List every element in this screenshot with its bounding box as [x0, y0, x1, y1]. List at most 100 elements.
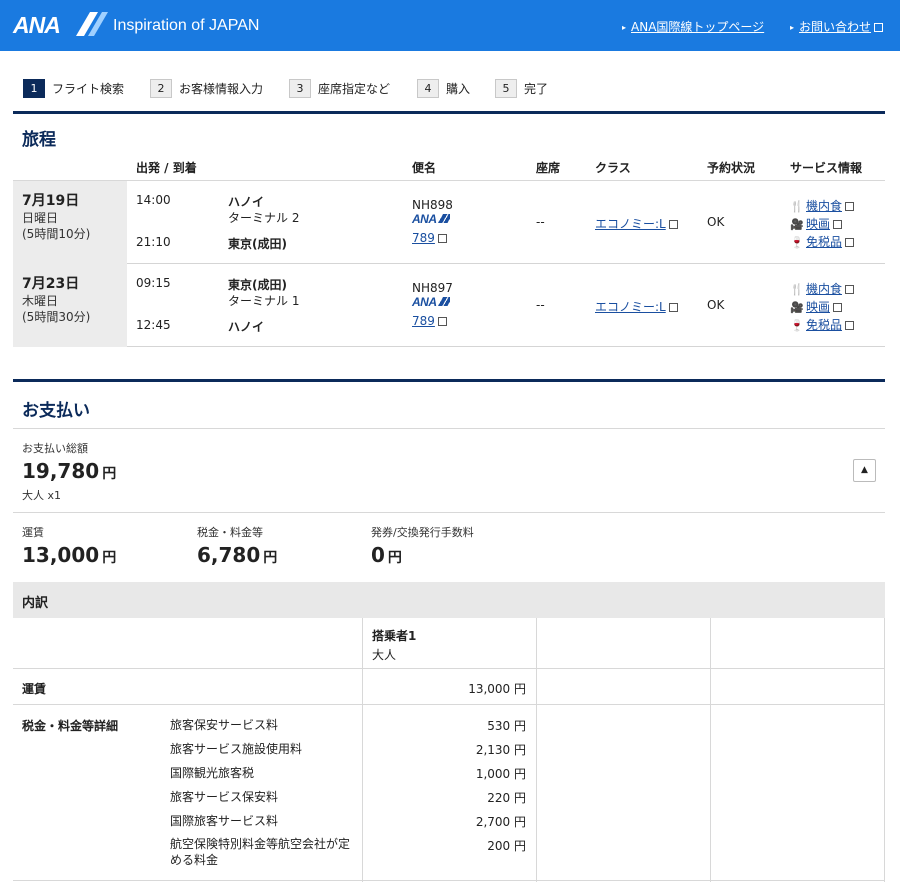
divider [13, 668, 885, 669]
service-duty-free[interactable]: 🍷 免税品 [790, 233, 855, 250]
passenger-type: 大人 [372, 648, 397, 662]
issue-fee-amount: 0円 [371, 543, 402, 567]
yen-unit: 円 [102, 550, 117, 566]
ana-logo[interactable]: ANA [13, 12, 61, 39]
dep-terminal: ターミナル 1 [228, 294, 300, 308]
pax-count: 大人 x1 [22, 489, 62, 502]
step-label: 完了 [524, 82, 549, 96]
aircraft-link[interactable]: 789 [412, 314, 447, 328]
tax-item-name: 旅客サービス保安料 [170, 790, 279, 804]
tax-item-amount: 200 円 [487, 839, 526, 853]
service-label: 機内食 [806, 199, 843, 213]
tax-item-name: 旅客サービス施設使用料 [170, 742, 303, 756]
dep-city: ハノイ [228, 195, 265, 209]
caret-up-icon: ▲ [861, 465, 868, 475]
service-meal[interactable]: 🍴 機内食 [790, 197, 855, 214]
step-complete: 5 完了 [495, 79, 548, 98]
col-divider [710, 618, 711, 882]
yen-unit: 円 [102, 466, 117, 482]
airline-logo: ANA [412, 295, 450, 309]
tax-label: 税金・料金等 [197, 526, 263, 539]
dep-time: 14:00 [136, 193, 171, 207]
step-number: 5 [495, 79, 517, 98]
step-label: 購入 [446, 82, 471, 96]
yen-unit: 円 [263, 550, 278, 566]
step-number: 1 [23, 79, 45, 98]
service-label: 映画 [806, 300, 831, 314]
tax-item-name: 国際観光旅客税 [170, 766, 255, 780]
class-link[interactable]: エコノミー:L [595, 298, 678, 315]
flight-weekday: 木曜日 [22, 294, 59, 308]
external-link-icon [437, 234, 447, 243]
aircraft-link[interactable]: 789 [412, 231, 447, 245]
service-movie[interactable]: 🎥 映画 [790, 298, 843, 315]
contact-link[interactable]: ▸ お問い合わせ [790, 18, 884, 35]
flight-duration: (5時間10分) [22, 227, 91, 241]
external-link-icon [668, 220, 678, 229]
aircraft-label: 789 [412, 314, 435, 328]
flight-weekday: 日曜日 [22, 211, 59, 225]
total-amount: 19,780 円 [22, 459, 116, 483]
reservation-status: OK [707, 298, 725, 312]
date-cell: 7月23日 木曜日 (5時間30分) [13, 264, 127, 347]
airline-name: ANA [412, 295, 437, 309]
class-label: エコノミー:L [595, 217, 666, 231]
divider [13, 512, 885, 513]
ana-logo-mark-icon [437, 214, 450, 223]
flight-row: 7月23日 木曜日 (5時間30分) 09:15 東京(成田) ターミナル 1 … [13, 264, 885, 347]
external-link-icon [668, 303, 678, 312]
step-label: 座席指定など [318, 82, 391, 96]
fare-amount: 13,000 円 [22, 543, 116, 567]
date-cell: 7月19日 日曜日 (5時間10分) [13, 181, 127, 264]
external-link-icon [845, 321, 855, 330]
flight-number: NH898 [412, 198, 453, 212]
step-number: 3 [289, 79, 311, 98]
header-bar: ANA Inspiration of JAPAN ▸ ANA国際線トップページ ▸… [0, 0, 900, 51]
meal-icon: 🍴 [790, 283, 804, 296]
step-label: お客様情報入力 [179, 82, 264, 96]
service-duty-free[interactable]: 🍷 免税品 [790, 316, 855, 333]
tax-item-name: 国際旅客サービス料 [170, 814, 279, 828]
fare-row-label: 運賃 [22, 682, 47, 696]
external-link-icon [845, 238, 855, 247]
service-label: 免税品 [806, 318, 843, 332]
service-label: 映画 [806, 217, 831, 231]
service-label: 免税品 [806, 235, 843, 249]
external-link-icon [845, 285, 855, 294]
external-link-icon [833, 220, 843, 229]
col-divider [536, 618, 537, 882]
contact-link-label: お問い合わせ [799, 20, 872, 34]
col-seat: 座席 [536, 161, 561, 175]
col-divider [362, 618, 363, 882]
col-services: サービス情報 [790, 161, 863, 175]
ana-intl-top-link-label: ANA国際線トップページ [631, 20, 765, 34]
external-link-icon [845, 202, 855, 211]
airline-logo: ANA [412, 212, 450, 226]
service-movie[interactable]: 🎥 映画 [790, 215, 843, 232]
collapse-button[interactable]: ▲ [853, 459, 876, 482]
duty-free-icon: 🍷 [790, 319, 804, 332]
tax-item-name: 航空保険特別料金等航空会社が定める料金 [170, 837, 351, 867]
fare-label: 運賃 [22, 526, 44, 539]
breakdown-title: 内訳 [13, 582, 885, 618]
step-flight-search: 1 フライト検索 [23, 79, 124, 98]
issue-fee-label: 発券/交換発行手数料 [371, 526, 474, 539]
dep-city: 東京(成田) [228, 278, 287, 292]
tax-item-amount: 2,700 円 [475, 815, 526, 829]
external-link-icon [874, 23, 884, 32]
arr-city: ハノイ [228, 320, 265, 334]
step-seat-selection: 3 座席指定など [289, 79, 390, 98]
total-label: お支払い総額 [22, 442, 88, 455]
flight-duration: (5時間30分) [22, 310, 91, 324]
tax-item-name: 旅客保安サービス料 [170, 718, 279, 732]
service-meal[interactable]: 🍴 機内食 [790, 280, 855, 297]
class-link[interactable]: エコノミー:L [595, 215, 678, 232]
chevron-right-icon: ▸ [622, 23, 627, 32]
step-label: フライト検索 [52, 82, 125, 96]
flight-number: NH897 [412, 281, 453, 295]
divider [13, 428, 885, 429]
movie-icon: 🎥 [790, 218, 804, 231]
ana-intl-top-link[interactable]: ▸ ANA国際線トップページ [622, 18, 764, 35]
chevron-right-icon: ▸ [790, 23, 795, 32]
divider [13, 704, 885, 705]
